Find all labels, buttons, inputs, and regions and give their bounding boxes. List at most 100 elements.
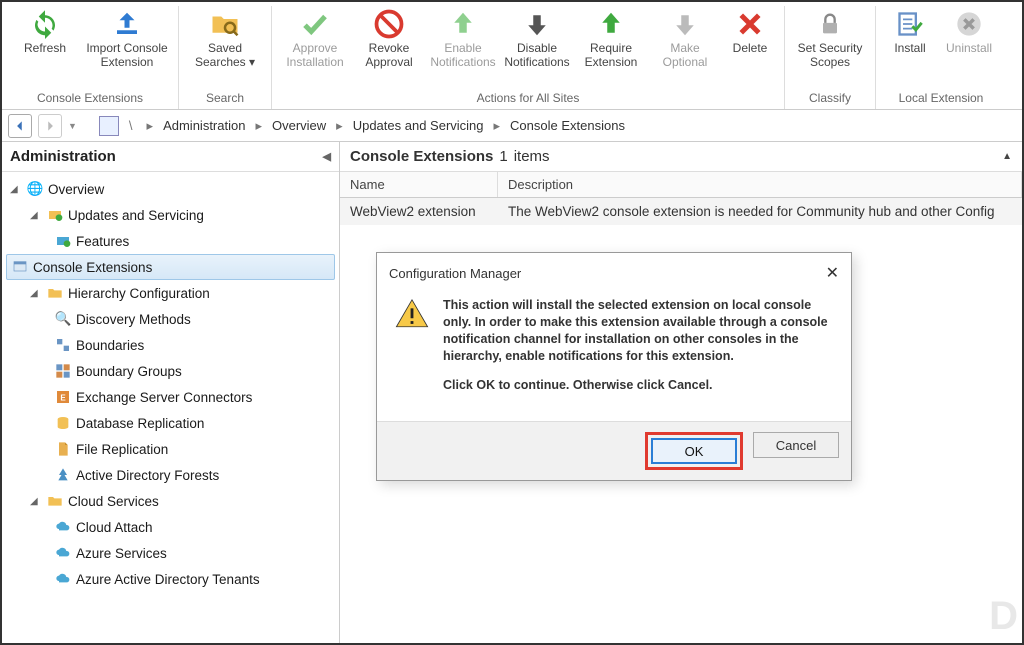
folder-search-icon (209, 8, 241, 40)
breadcrumb-item[interactable]: Overview (272, 118, 326, 133)
expand-toggle-icon[interactable]: ◢ (10, 184, 22, 195)
tree-item-features[interactable]: Features (2, 228, 339, 254)
checkmark-icon (299, 8, 331, 40)
exchange-icon: E (54, 388, 72, 406)
tree-item-azure-services[interactable]: Azure Services (2, 540, 339, 566)
arrow-up-green-icon (447, 8, 479, 40)
saved-searches-button[interactable]: Saved Searches ▾ (185, 6, 265, 89)
tree-item-exchange-connectors[interactable]: E Exchange Server Connectors (2, 384, 339, 410)
dialog-title: Configuration Manager (389, 266, 521, 281)
expand-toggle-icon[interactable]: ◢ (30, 210, 42, 221)
tree-label: File Replication (76, 442, 168, 457)
refresh-button[interactable]: Refresh (8, 6, 82, 89)
tree-label: Features (76, 234, 129, 249)
globe-icon: 🌐 (26, 180, 44, 198)
tree-label: Cloud Attach (76, 520, 153, 535)
cell-name: WebView2 extension (340, 198, 498, 225)
install-button[interactable]: Install (882, 6, 938, 89)
folder-icon (46, 492, 64, 510)
import-console-extension-button[interactable]: Import Console Extension (82, 6, 172, 89)
delete-label: Delete (733, 42, 768, 72)
confirmation-dialog: Configuration Manager ✕ This action will… (376, 252, 852, 481)
ad-forest-icon (54, 466, 72, 484)
feature-icon (54, 232, 72, 250)
dialog-body-action: Click OK to continue. Otherwise click Ca… (443, 378, 713, 392)
column-header-name[interactable]: Name (340, 172, 498, 197)
tree-label: Azure Active Directory Tenants (76, 572, 260, 587)
tree-item-ad-forests[interactable]: Active Directory Forests (2, 462, 339, 488)
breadcrumb-root-icon[interactable] (99, 116, 119, 136)
lock-icon (814, 8, 846, 40)
breadcrumb-item[interactable]: Updates and Servicing (353, 118, 484, 133)
dialog-body-main: This action will install the selected ex… (443, 298, 828, 363)
checklist-install-icon (894, 8, 926, 40)
tree-item-cloud-services[interactable]: ◢ Cloud Services (2, 488, 339, 514)
breadcrumb-bar: ▼ \ ▸ Administration ▸ Overview ▸ Update… (2, 110, 1022, 142)
azure-icon (54, 544, 72, 562)
delete-button[interactable]: Delete (722, 6, 778, 89)
require-label: Require Extension (576, 42, 646, 72)
nav-dropdown[interactable]: ▼ (68, 121, 77, 131)
content-title: Console Extensions (350, 148, 493, 165)
refresh-label: Refresh (24, 42, 66, 72)
tree-item-console-extensions[interactable]: Console Extensions (6, 254, 335, 280)
folder-icon (46, 284, 64, 302)
tree-item-boundaries[interactable]: Boundaries (2, 332, 339, 358)
revoke-approval-button[interactable]: Revoke Approval (352, 6, 426, 89)
ok-button[interactable]: OK (651, 438, 737, 464)
tree-item-cloud-attach[interactable]: Cloud Attach (2, 514, 339, 540)
install-label: Install (894, 42, 925, 72)
tree-item-overview[interactable]: ◢ 🌐 Overview (2, 176, 339, 202)
tree-item-db-replication[interactable]: Database Replication (2, 410, 339, 436)
nav-forward-button[interactable] (38, 114, 62, 138)
uninstall-button[interactable]: Uninstall (938, 6, 1000, 89)
uninstall-icon (953, 8, 985, 40)
tree-label: Database Replication (76, 416, 204, 431)
ribbon-group-local-extension: Install Uninstall Local Extension (876, 6, 1006, 109)
cancel-button[interactable]: Cancel (753, 432, 839, 458)
make-optional-button[interactable]: Make Optional (648, 6, 722, 89)
revoke-label: Revoke Approval (354, 42, 424, 72)
update-icon (46, 206, 64, 224)
column-header-description[interactable]: Description (498, 172, 1022, 197)
tree-item-aad-tenants[interactable]: Azure Active Directory Tenants (2, 566, 339, 592)
collapse-header-icon[interactable]: ▲ (1002, 151, 1012, 162)
table-row[interactable]: WebView2 extension The WebView2 console … (340, 198, 1022, 225)
disable-notifications-button[interactable]: Disable Notifications (500, 6, 574, 89)
ribbon-group-label: Actions for All Sites (477, 89, 580, 109)
dialog-close-button[interactable]: ✕ (826, 263, 839, 283)
tree-label: Discovery Methods (76, 312, 191, 327)
warning-icon (395, 297, 429, 405)
sidebar-title: Administration (10, 148, 116, 165)
svg-text:E: E (60, 393, 66, 402)
tree-label: Azure Services (76, 546, 167, 561)
expand-toggle-icon[interactable]: ◢ (30, 496, 42, 507)
tree-item-boundary-groups[interactable]: Boundary Groups (2, 358, 339, 384)
nav-tree: ◢ 🌐 Overview ◢ Updates and Servicing Fea… (2, 172, 339, 596)
console-icon (11, 258, 29, 276)
ribbon-group-search: Saved Searches ▾ Search (179, 6, 272, 109)
ribbon-group-console-extensions: Refresh Import Console Extension Console… (2, 6, 179, 109)
tree-item-discovery-methods[interactable]: 🔍 Discovery Methods (2, 306, 339, 332)
arrow-down-icon (669, 8, 701, 40)
scopes-label: Set Security Scopes (793, 42, 867, 72)
tree-item-updates-servicing[interactable]: ◢ Updates and Servicing (2, 202, 339, 228)
expand-toggle-icon[interactable]: ◢ (30, 288, 42, 299)
database-icon (54, 414, 72, 432)
enable-notifications-button[interactable]: Enable Notifications (426, 6, 500, 89)
arrow-down-grey-icon (521, 8, 553, 40)
nav-back-button[interactable] (8, 114, 32, 138)
approve-installation-button[interactable]: Approve Installation (278, 6, 352, 89)
tree-label: Updates and Servicing (68, 208, 204, 223)
approve-label: Approve Installation (280, 42, 350, 72)
breadcrumb-item[interactable]: Administration (163, 118, 245, 133)
breadcrumb-item[interactable]: Console Extensions (510, 118, 625, 133)
tree-item-file-replication[interactable]: File Replication (2, 436, 339, 462)
content-count-suffix: items (514, 148, 550, 165)
set-security-scopes-button[interactable]: Set Security Scopes (791, 6, 869, 89)
ribbon: Refresh Import Console Extension Console… (2, 2, 1022, 110)
tree-item-hierarchy-config[interactable]: ◢ Hierarchy Configuration (2, 280, 339, 306)
require-extension-button[interactable]: Require Extension (574, 6, 648, 89)
tree-label: Exchange Server Connectors (76, 390, 252, 405)
collapse-sidebar-icon[interactable]: ◀ (323, 150, 331, 163)
